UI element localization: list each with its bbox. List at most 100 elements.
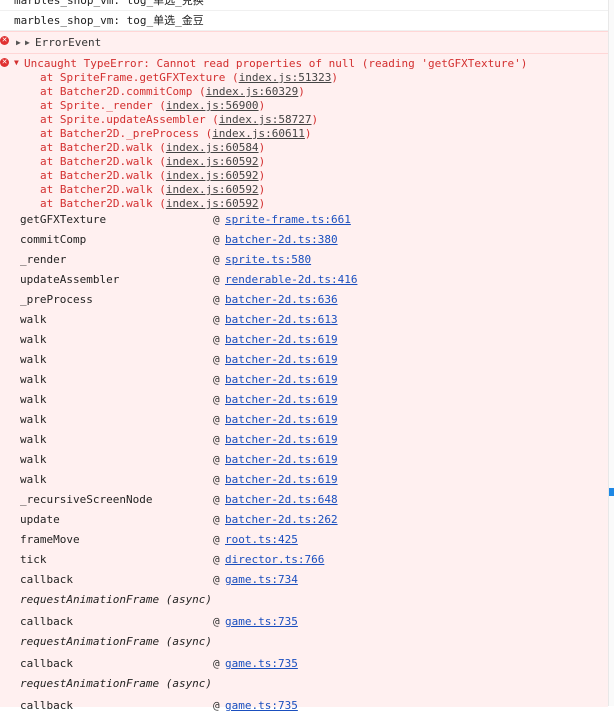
function-name: walk [20, 313, 47, 326]
call-frame-row[interactable]: tick @ director.ts:766 [0, 550, 608, 570]
at-symbol: @ [213, 533, 220, 546]
call-frame-row[interactable]: updateAssembler @ renderable-2d.ts:416 [0, 270, 608, 290]
source-link[interactable]: batcher-2d.ts:619 [225, 393, 338, 406]
source-link[interactable]: game.ts:735 [225, 657, 298, 670]
at-symbol: @ [213, 353, 220, 366]
source-link[interactable]: batcher-2d.ts:619 [225, 333, 338, 346]
function-name: walk [20, 473, 47, 486]
call-frame-row[interactable]: walk @ batcher-2d.ts:619 [0, 370, 608, 390]
stack-trace-link[interactable]: index.js:58727 [219, 113, 312, 126]
function-name: getGFXTexture [20, 213, 107, 226]
stack-trace-link[interactable]: index.js:56900 [166, 99, 259, 112]
call-frame-row[interactable]: callback @ game.ts:734 [0, 570, 608, 590]
stack-trace: at SpriteFrame.getGFXTexture (index.js:5… [40, 71, 338, 211]
at-symbol: @ [213, 213, 220, 226]
source-link[interactable]: batcher-2d.ts:619 [225, 453, 338, 466]
async-label: requestAnimationFrame (async) [20, 677, 213, 690]
console-log-row: marbles_shop_vm: tog_单选_金豆 [0, 11, 608, 31]
stack-trace-line: at Batcher2D.commitComp (index.js:60329) [40, 85, 338, 99]
function-name: callback [20, 615, 73, 628]
stack-trace-link[interactable]: index.js:60611 [212, 127, 305, 140]
at-symbol: @ [213, 615, 220, 628]
call-frame-row[interactable]: walk @ batcher-2d.ts:619 [0, 410, 608, 430]
function-name: walk [20, 453, 47, 466]
at-symbol: @ [213, 413, 220, 426]
source-link[interactable]: batcher-2d.ts:380 [225, 233, 338, 246]
stack-trace-text: at Batcher2D.walk ( [40, 169, 166, 182]
call-frame-row[interactable]: walk @ batcher-2d.ts:619 [0, 350, 608, 370]
call-frame-row[interactable]: _render @ sprite.ts:580 [0, 250, 608, 270]
call-frame-row[interactable]: callback @ game.ts:735 [0, 612, 608, 632]
call-frame-row[interactable]: _recursiveScreenNode @ batcher-2d.ts:648 [0, 490, 608, 510]
call-frame-row[interactable]: update @ batcher-2d.ts:262 [0, 510, 608, 530]
stack-trace-text: at Batcher2D.walk ( [40, 183, 166, 196]
source-link[interactable]: renderable-2d.ts:416 [225, 273, 357, 286]
source-link[interactable]: batcher-2d.ts:619 [225, 413, 338, 426]
error-message-panel: ✕ ▶ ▶ ErrorEvent ✕ ▼ Uncaught TypeError:… [0, 31, 608, 712]
call-frame-row[interactable]: walk @ batcher-2d.ts:613 [0, 310, 608, 330]
stack-trace-text: ) [258, 169, 266, 182]
call-frame-row[interactable]: walk @ batcher-2d.ts:619 [0, 470, 608, 490]
stack-trace-line: at Sprite.updateAssembler (index.js:5872… [40, 113, 338, 127]
collapse-triangle-icon[interactable]: ▼ [14, 58, 19, 67]
call-frame-row[interactable]: _preProcess @ batcher-2d.ts:636 [0, 290, 608, 310]
source-link[interactable]: sprite-frame.ts:661 [225, 213, 351, 226]
at-symbol: @ [213, 233, 220, 246]
call-frame-row[interactable]: callback @ game.ts:735 [0, 654, 608, 674]
function-name: updateAssembler [20, 273, 120, 286]
source-link[interactable]: batcher-2d.ts:619 [225, 433, 338, 446]
call-frame-row[interactable]: walk @ batcher-2d.ts:619 [0, 390, 608, 410]
stack-trace-link[interactable]: index.js:60592 [166, 183, 259, 196]
vertical-scrollbar[interactable] [608, 0, 614, 706]
call-frame-row[interactable]: walk @ batcher-2d.ts:619 [0, 450, 608, 470]
async-label: requestAnimationFrame (async) [20, 593, 213, 606]
source-link[interactable]: batcher-2d.ts:619 [225, 353, 338, 366]
expand-triangle-icon[interactable]: ▶ [16, 38, 21, 47]
at-symbol: @ [213, 657, 220, 670]
at-symbol: @ [213, 553, 220, 566]
async-label: requestAnimationFrame (async) [20, 635, 213, 648]
async-boundary-row: requestAnimationFrame (async) [0, 632, 608, 652]
source-link[interactable]: batcher-2d.ts:619 [225, 473, 338, 486]
error-icon: ✕ [0, 58, 9, 67]
error-event-label[interactable]: ErrorEvent [35, 36, 101, 49]
stack-trace-link[interactable]: index.js:51323 [239, 71, 332, 84]
stack-trace-text: at Batcher2D.commitComp ( [40, 85, 206, 98]
scrollbar-thumb[interactable] [609, 488, 614, 496]
at-symbol: @ [213, 293, 220, 306]
stack-trace-text: ) [258, 99, 266, 112]
source-link[interactable]: root.ts:425 [225, 533, 298, 546]
stack-trace-link[interactable]: index.js:60592 [166, 169, 259, 182]
stack-trace-link[interactable]: index.js:60584 [166, 141, 259, 154]
source-link[interactable]: game.ts:734 [225, 573, 298, 586]
source-link[interactable]: batcher-2d.ts:262 [225, 513, 338, 526]
at-symbol: @ [213, 573, 220, 586]
call-frame-row[interactable]: getGFXTexture @ sprite-frame.ts:661 [0, 210, 608, 230]
source-link[interactable]: batcher-2d.ts:619 [225, 373, 338, 386]
source-link[interactable]: game.ts:735 [225, 615, 298, 628]
stack-trace-link[interactable]: index.js:60592 [166, 197, 259, 210]
error-event-row[interactable]: ✕ ▶ ▶ ErrorEvent [0, 32, 608, 54]
at-symbol: @ [213, 473, 220, 486]
call-frame-row[interactable]: callback @ game.ts:735 [0, 696, 608, 716]
async-boundary-row: requestAnimationFrame (async) [0, 590, 608, 610]
function-name: tick [20, 553, 47, 566]
source-link[interactable]: batcher-2d.ts:636 [225, 293, 338, 306]
source-link[interactable]: director.ts:766 [225, 553, 324, 566]
at-symbol: @ [213, 333, 220, 346]
source-link[interactable]: sprite.ts:580 [225, 253, 311, 266]
function-name: walk [20, 413, 47, 426]
stack-trace-text: ) [311, 113, 319, 126]
call-frame-row[interactable]: walk @ batcher-2d.ts:619 [0, 330, 608, 350]
call-frame-row[interactable]: walk @ batcher-2d.ts:619 [0, 430, 608, 450]
call-frame-row[interactable]: commitComp @ batcher-2d.ts:380 [0, 230, 608, 250]
call-frame-row[interactable]: frameMove @ root.ts:425 [0, 530, 608, 550]
error-icon: ✕ [0, 36, 9, 45]
source-link[interactable]: batcher-2d.ts:648 [225, 493, 338, 506]
source-link[interactable]: batcher-2d.ts:613 [225, 313, 338, 326]
expand-triangle-icon[interactable]: ▶ [25, 38, 30, 47]
stack-trace-link[interactable]: index.js:60592 [166, 155, 259, 168]
stack-trace-link[interactable]: index.js:60329 [206, 85, 299, 98]
log-text: marbles_shop_vm: tog_单选_金豆 [14, 14, 204, 27]
at-symbol: @ [213, 273, 220, 286]
